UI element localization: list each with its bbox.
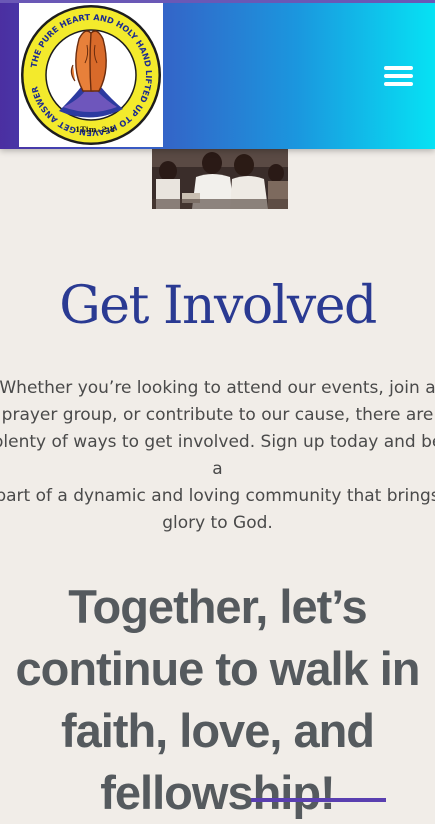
praying-hands-logo-icon: THE PURE HEART AND HOLY HAND LIFTED UP T… [21,5,161,145]
people-photo-image [152,149,288,209]
menu-bar-line [384,82,413,86]
section-heading: Get Involved [59,276,377,336]
community-photo [152,149,288,209]
menu-bar-line [384,66,413,70]
bottom-accent-bar [251,798,386,802]
section-paragraph: Whether you’re looking to attend our eve… [0,378,435,533]
menu-bar-line [384,74,413,78]
site-header: THE PURE HEART AND HOLY HAND LIFTED UP T… [0,0,435,149]
hamburger-menu-button[interactable] [384,66,413,86]
church-logo[interactable]: THE PURE HEART AND HOLY HAND LIFTED UP T… [19,3,163,147]
tagline-heading: Together, let’s continue to walk in fait… [15,580,420,819]
logo-verse-text: 1Tim. 2:8 [75,125,115,134]
